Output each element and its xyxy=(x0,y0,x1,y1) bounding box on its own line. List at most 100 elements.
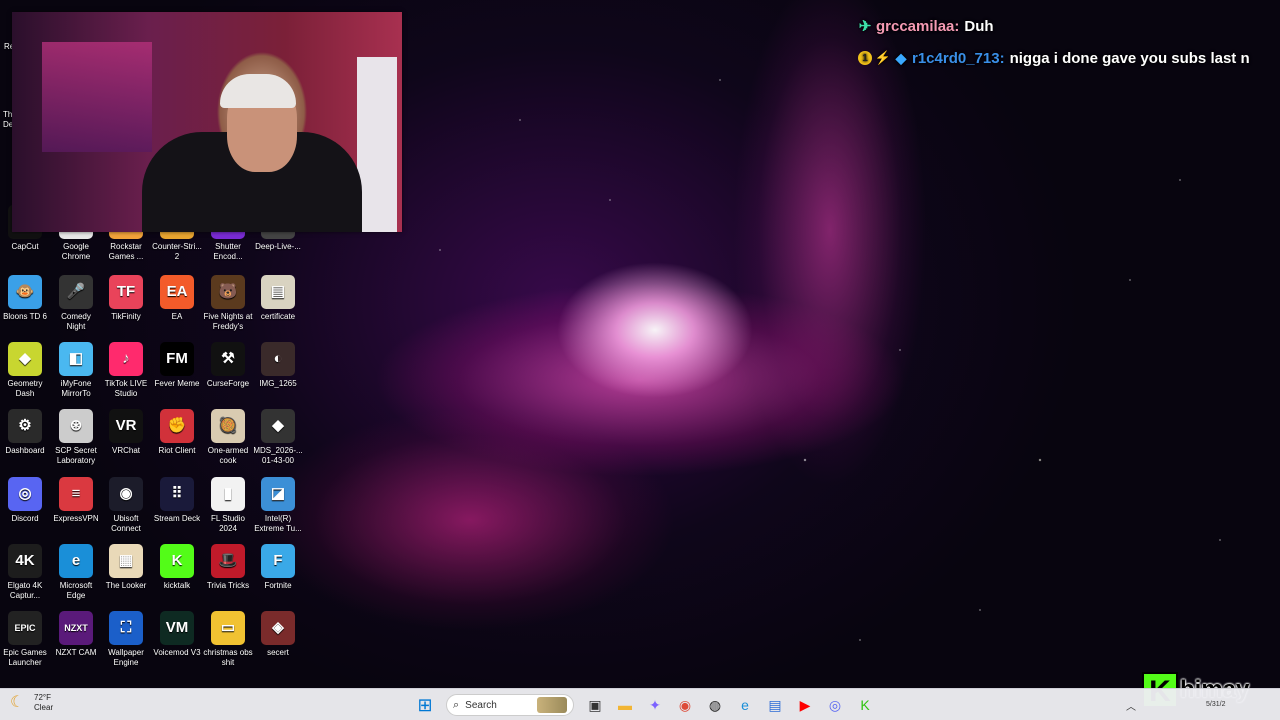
app-icon: 4K xyxy=(8,544,42,578)
desktop-icon-label: ExpressVPN xyxy=(53,514,99,523)
desktop-icon-intel-r-extreme-tu[interactable]: ◪ Intel(R) Extreme Tu... xyxy=(253,477,303,534)
desktop-icon-comedy-night[interactable]: 🎤 Comedy Night xyxy=(51,275,101,332)
desktop-icon-label: certificate xyxy=(260,312,296,321)
desktop-icon-label: christmas obs shit xyxy=(203,648,253,667)
desktop-icon-label: Riot Client xyxy=(158,446,196,455)
desktop-icon-label: Deep-Live-... xyxy=(255,242,301,251)
desktop-icon-label: CurseForge xyxy=(206,379,250,388)
app-icon: 🎩 xyxy=(211,544,245,578)
desktop-icon-fever-meme[interactable]: FM Fever Meme xyxy=(152,342,202,389)
desktop-icon-label: TikTok LIVE Studio xyxy=(104,379,148,398)
taskbar: ☾ 72°F Clear ⊞ ⌕ Search ▣ ▬ ✦ ◉ ◍ e ▤ ▶ ◎ K ︿ 5/3… xyxy=(0,688,1280,720)
copilot-button[interactable]: ✦ xyxy=(642,692,668,718)
desktop-icon-riot-client[interactable]: ✊ Riot Client xyxy=(152,409,202,456)
app-icon: ⚙ xyxy=(8,409,42,443)
chevron-up-icon[interactable]: ︿ xyxy=(1126,698,1136,713)
desktop-icon-ea[interactable]: EA EA xyxy=(152,275,202,322)
desktop-icon-christmas-obs-shit[interactable]: ▭ christmas obs shit xyxy=(203,611,253,668)
desktop-icon-microsoft-edge[interactable]: e Microsoft Edge xyxy=(51,544,101,601)
desktop-icon-one-armed-cook[interactable]: 🥘 One-armed cook xyxy=(203,409,253,466)
desktop-icon-discord[interactable]: ◎ Discord xyxy=(0,477,50,524)
app-icon: VR xyxy=(109,409,143,443)
desktop-icon-fl-studio-2024[interactable]: ▮ FL Studio 2024 xyxy=(203,477,253,534)
app-icon: ◉ xyxy=(109,477,143,511)
desktop-icon-label: kicktalk xyxy=(163,581,191,590)
desktop-icon-label: The Looker xyxy=(105,581,147,590)
weather-text: 72°F Clear xyxy=(34,693,53,713)
taskbar-pinned-apps: ▣ ▬ ✦ ◉ ◍ e ▤ ▶ ◎ K xyxy=(580,692,880,718)
edge-taskbar-button[interactable]: e xyxy=(732,692,758,718)
desktop-icon-curseforge[interactable]: ⚒ CurseForge xyxy=(203,342,253,389)
app-icon: ◎ xyxy=(8,477,42,511)
desktop-icon-tiktok-live-studio[interactable]: ♪ TikTok LIVE Studio xyxy=(101,342,151,399)
file-explorer-button[interactable]: ▬ xyxy=(612,692,638,718)
weather-widget[interactable]: ☾ 72°F Clear xyxy=(10,693,53,713)
desktop-icon-ubisoft-connect[interactable]: ◉ Ubisoft Connect xyxy=(101,477,151,534)
desktop-icon-label: MDS_2026-... 01-43-00 xyxy=(253,446,303,465)
webcam-shelf xyxy=(42,42,152,152)
desktop-icon-the-looker[interactable]: ▦ The Looker xyxy=(101,544,151,591)
obs-taskbar-button[interactable]: ◍ xyxy=(702,692,728,718)
chat-message-text: Duh xyxy=(964,17,994,35)
taskbar-center: ⊞ ⌕ Search ▣ ▬ ✦ ◉ ◍ e ▤ ▶ ◎ K xyxy=(410,691,880,719)
desktop-icon-label: Wallpaper Engine xyxy=(108,648,144,667)
webcam-overlay xyxy=(12,12,402,232)
app-icon: ≡ xyxy=(59,477,93,511)
desktop: Re The De ✈ grccamilaa: Duh 1 ⚡ ◆ r1c4rd0_713:… xyxy=(0,0,1280,720)
kick-taskbar-button[interactable]: K xyxy=(852,692,878,718)
desktop-icon-scp-secret-laboratory[interactable]: ⊛ SCP Secret Laboratory xyxy=(51,409,101,466)
desktop-icon-label: secert xyxy=(267,648,289,657)
desktop-icon-elgato-4k-captur[interactable]: 4K Elgato 4K Captur... xyxy=(0,544,50,601)
cube-badge-icon: ◆ xyxy=(895,49,907,66)
app-icon: ⛶ xyxy=(109,611,143,645)
chat-username: r1c4rd0_713: xyxy=(912,49,1005,67)
app-icon: ⠿ xyxy=(160,477,194,511)
moon-icon: ☾ xyxy=(10,694,25,711)
desktop-icon-label: Elgato 4K Captur... xyxy=(7,581,43,600)
start-button[interactable]: ⊞ xyxy=(412,692,438,718)
desktop-icon-kicktalk[interactable]: Kkicktalk xyxy=(152,544,202,591)
desktop-icon-nzxt-cam[interactable]: NZXT NZXT CAM xyxy=(51,611,101,658)
store-taskbar-button[interactable]: ▤ xyxy=(762,692,788,718)
desktop-icon-label: Counter-Stri... 2 xyxy=(152,242,202,261)
youtube-taskbar-button[interactable]: ▶ xyxy=(792,692,818,718)
task-view-button[interactable]: ▣ xyxy=(582,692,608,718)
desktop-icon-tikfinity[interactable]: TF TikFinity xyxy=(101,275,151,322)
desktop-icon-trivia-tricks[interactable]: 🎩 Trivia Tricks xyxy=(203,544,253,591)
desktop-icon-vrchat[interactable]: VR VRChat xyxy=(101,409,151,456)
desktop-icon-wallpaper-engine[interactable]: ⛶ Wallpaper Engine xyxy=(101,611,151,668)
desktop-icon-label: FL Studio 2024 xyxy=(211,514,245,533)
desktop-icon-expressvpn[interactable]: ≡ ExpressVPN xyxy=(51,477,101,524)
desktop-icon-dashboard[interactable]: ⚙ Dashboard xyxy=(0,409,50,456)
app-icon: e xyxy=(59,544,93,578)
desktop-icon-label: Fortnite xyxy=(264,581,292,590)
desktop-icon-epic-games-launcher[interactable]: EPIC Epic Games Launcher xyxy=(0,611,50,668)
chat-message-text: nigga i done gave you subs last n xyxy=(1009,49,1250,67)
desktop-icon-geometry-dash[interactable]: ◆ Geometry Dash xyxy=(0,342,50,399)
desktop-icon-stream-deck[interactable]: ⠿ Stream Deck xyxy=(152,477,202,524)
desktop-icon-label: Shutter Encod... xyxy=(213,242,243,261)
weather-temp: 72°F xyxy=(34,693,51,702)
desktop-icon-secert[interactable]: ◈ secert xyxy=(253,611,303,658)
taskbar-clock[interactable]: 5/31/2 xyxy=(1206,701,1225,709)
weather-condition: Clear xyxy=(34,703,54,712)
desktop-icon-label: SCP Secret Laboratory xyxy=(55,446,97,465)
webcam-streamer-cap xyxy=(220,74,296,108)
desktop-icon-mds-2026-01-43-00[interactable]: ◆ MDS_2026-... 01-43-00 xyxy=(253,409,303,466)
chrome-taskbar-button[interactable]: ◉ xyxy=(672,692,698,718)
app-icon: EPIC xyxy=(8,611,42,645)
desktop-icon-label: Ubisoft Connect xyxy=(111,514,141,533)
desktop-icon-img-1265[interactable]: ◐ IMG_1265 xyxy=(253,342,303,389)
desktop-icon-voicemod-v3[interactable]: VM Voicemod V3 xyxy=(152,611,202,658)
desktop-icon-imyfone-mirrorto[interactable]: ◧ iMyFone MirrorTo xyxy=(51,342,101,399)
desktop-icon-bloons-td-6[interactable]: 🐵 Bloons TD 6 xyxy=(0,275,50,322)
desktop-icon-certificate[interactable]: ▤ certificate xyxy=(253,275,303,322)
desktop-icon-label: Google Chrome xyxy=(61,242,91,261)
search-icon: ⌕ xyxy=(453,698,460,711)
desktop-icon-five-nights-at-freddy-s[interactable]: 🐻 Five Nights at Freddy's xyxy=(203,275,253,332)
app-icon: ⊛ xyxy=(59,409,93,443)
discord-taskbar-button[interactable]: ◎ xyxy=(822,692,848,718)
desktop-icon-label: Stream Deck xyxy=(153,514,201,523)
taskbar-search-box[interactable]: ⌕ Search xyxy=(446,694,574,716)
desktop-icon-fortnite[interactable]: F Fortnite xyxy=(253,544,303,591)
